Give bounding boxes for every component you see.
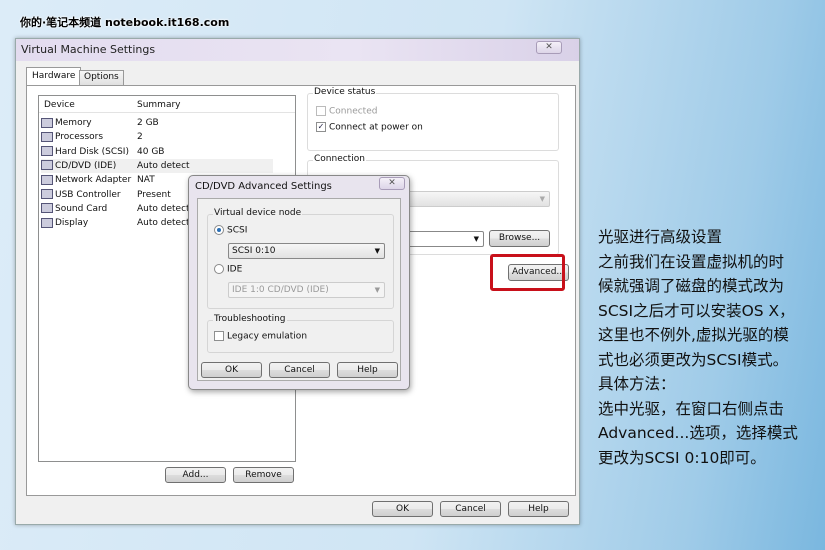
ide-select[interactable]: IDE 1:0 CD/DVD (IDE) ▼ xyxy=(228,282,385,298)
scsi-select[interactable]: SCSI 0:10 ▼ xyxy=(228,243,385,259)
instruction-line: 光驱进行高级设置 xyxy=(598,228,723,246)
network-adapter-icon xyxy=(41,174,53,185)
column-device[interactable]: Device xyxy=(44,100,75,110)
legacy-emulation-checkbox[interactable]: Legacy emulation xyxy=(214,331,307,342)
device-name: USB Controller xyxy=(55,189,121,200)
instruction-line: 之前我们在设置虚拟机的时 xyxy=(598,252,785,271)
display-icon xyxy=(41,217,53,228)
scsi-radio[interactable]: SCSI xyxy=(214,225,247,236)
device-summary: NAT xyxy=(137,175,155,186)
browse-button[interactable]: Browse... xyxy=(489,230,550,247)
connected-checkbox[interactable]: Connected xyxy=(316,106,377,117)
table-row[interactable]: Processors 2 xyxy=(41,130,273,144)
watermark: 你的·笔记本频道 notebook.it168.com xyxy=(20,16,230,29)
table-row[interactable]: CD/DVD (IDE) Auto detect xyxy=(41,158,273,173)
hard-disk-icon xyxy=(41,146,53,157)
legacy-label: Legacy emulation xyxy=(227,331,308,342)
device-name: Sound Card xyxy=(55,203,108,214)
ide-value: IDE 1:0 CD/DVD (IDE) xyxy=(232,285,329,295)
cd-dvd-icon xyxy=(41,160,53,171)
device-summary: Auto detect xyxy=(137,203,190,214)
device-summary: 40 GB xyxy=(137,146,165,157)
dialog-ok-button[interactable]: OK xyxy=(201,362,262,378)
device-name: Memory xyxy=(55,118,92,128)
instruction-line: 更改为SCSI 0:10即可。 xyxy=(598,448,766,467)
cd-dvd-advanced-dialog: CD/DVD Advanced Settings ✕ Virtual devic… xyxy=(188,175,410,390)
table-row[interactable]: Memory 2 GB xyxy=(41,116,273,130)
device-status-group: Device status Connected ✓ Connect at powe… xyxy=(307,87,559,151)
device-name: Processors xyxy=(55,132,104,143)
dialog-body: Virtual device node SCSI SCSI 0:10 ▼ IDE … xyxy=(197,198,401,381)
table-row[interactable]: Hard Disk (SCSI) 40 GB xyxy=(41,145,273,159)
usb-icon xyxy=(41,189,53,199)
virtual-device-node-group: Virtual device node SCSI SCSI 0:10 ▼ IDE … xyxy=(207,208,394,309)
tab-options[interactable]: Options xyxy=(79,70,124,85)
troubleshooting-group: Troubleshooting Legacy emulation xyxy=(207,314,394,353)
instruction-line: 选中光驱，在窗口右侧点击 xyxy=(598,399,785,418)
device-summary: 2 xyxy=(137,132,143,143)
connection-label: Connection xyxy=(313,154,366,164)
scsi-label: SCSI xyxy=(227,225,248,236)
device-summary: Auto detect xyxy=(137,160,190,171)
instruction-line: 具体方法： xyxy=(598,375,676,393)
device-name: Hard Disk (SCSI) xyxy=(55,146,129,157)
chevron-down-icon: ▼ xyxy=(374,247,380,255)
column-summary[interactable]: Summary xyxy=(137,100,181,110)
processor-icon xyxy=(41,131,53,142)
list-header: Device Summary xyxy=(39,96,295,113)
connect-at-power-on-checkbox[interactable]: ✓ Connect at power on xyxy=(316,122,423,133)
dialog-title: CD/DVD Advanced Settings xyxy=(195,181,332,192)
connected-label: Connected xyxy=(329,106,378,117)
scsi-value: SCSI 0:10 xyxy=(232,246,276,256)
help-button[interactable]: Help xyxy=(508,501,569,517)
device-summary: 2 GB xyxy=(137,118,159,128)
connect-power-label: Connect at power on xyxy=(329,122,423,133)
instruction-line: 这里也不例外,虚拟光驱的模 xyxy=(598,326,789,344)
troubleshooting-label: Troubleshooting xyxy=(213,314,287,324)
instruction-line: 式也必须更改为SCSI模式。 xyxy=(598,350,789,369)
window-title: Virtual Machine Settings xyxy=(16,39,579,61)
cancel-button[interactable]: Cancel xyxy=(440,501,501,517)
device-name: Display xyxy=(55,218,89,229)
ok-button[interactable]: OK xyxy=(372,501,433,517)
remove-button[interactable]: Remove xyxy=(233,467,294,483)
dialog-cancel-button[interactable]: Cancel xyxy=(269,362,330,378)
ide-radio[interactable]: IDE xyxy=(214,264,242,275)
advanced-highlight-box xyxy=(490,254,565,291)
instruction-line: SCSI之后才可以安装OS X， xyxy=(598,301,795,320)
device-summary: Present xyxy=(137,189,171,200)
instruction-line: Advanced...选项，选择模式 xyxy=(598,424,798,442)
instruction-text: 光驱进行高级设置之前我们在设置虚拟机的时 候就强调了磁盘的模式改为 SCSI之后才可… xyxy=(598,225,823,470)
device-name: Network Adapter xyxy=(55,175,132,186)
device-status-label: Device status xyxy=(313,87,377,97)
add-button[interactable]: Add... xyxy=(165,467,226,483)
dialog-close-icon[interactable]: ✕ xyxy=(379,177,405,190)
sound-card-icon xyxy=(41,203,53,214)
close-icon[interactable]: ✕ xyxy=(536,41,562,54)
memory-icon xyxy=(41,117,53,128)
tab-hardware[interactable]: Hardware xyxy=(26,67,82,85)
checkmark-icon: ✓ xyxy=(316,122,326,132)
device-name: CD/DVD (IDE) xyxy=(55,160,117,171)
node-group-label: Virtual device node xyxy=(213,208,303,218)
instruction-line: 候就强调了磁盘的模式改为 xyxy=(598,277,785,295)
device-summary: Auto detect xyxy=(137,218,190,229)
ide-label: IDE xyxy=(227,264,243,275)
dialog-help-button[interactable]: Help xyxy=(337,362,398,378)
